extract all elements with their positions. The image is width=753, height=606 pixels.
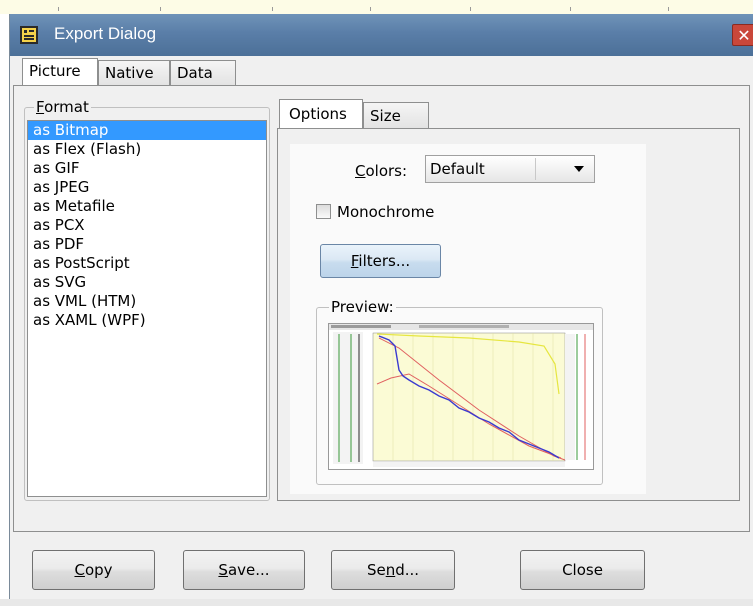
list-item-svg[interactable]: as SVG — [28, 273, 266, 292]
preview-chart-thumbnail — [329, 324, 593, 469]
tick-mark — [668, 7, 669, 11]
list-item-gif[interactable]: as GIF — [28, 159, 266, 178]
list-item-pcx[interactable]: as PCX — [28, 216, 266, 235]
tab-options[interactable]: Options — [279, 99, 363, 129]
close-icon[interactable]: ✕ — [732, 24, 753, 46]
list-item-flex[interactable]: as Flex (Flash) — [28, 140, 266, 159]
tab-label: Options — [289, 105, 347, 123]
chart-app-icon — [20, 26, 38, 44]
background-strip — [0, 0, 753, 14]
tab-label: Picture — [29, 62, 81, 80]
tab-label: Size — [370, 107, 401, 125]
list-item-pdf[interactable]: as PDF — [28, 235, 266, 254]
monochrome-checkbox[interactable] — [316, 204, 331, 219]
monochrome-label[interactable]: Monochrome — [337, 203, 434, 221]
list-item-jpeg[interactable]: as JPEG — [28, 178, 266, 197]
tick-mark — [58, 7, 59, 11]
send-button[interactable]: Send... — [331, 550, 455, 590]
close-button[interactable]: Close — [520, 550, 645, 590]
tab-native[interactable]: Native — [98, 60, 170, 86]
colors-label: Colors: — [355, 162, 408, 180]
list-item-xaml[interactable]: as XAML (WPF) — [28, 311, 266, 330]
list-item-bitmap[interactable]: as Bitmap — [28, 121, 266, 140]
preview-image — [328, 323, 594, 470]
tick-mark — [470, 7, 471, 11]
tab-data[interactable]: Data — [170, 60, 236, 86]
filters-button[interactable]: Filters... — [320, 244, 441, 278]
chevron-down-icon[interactable] — [574, 166, 584, 172]
tab-label: Native — [105, 64, 154, 82]
colors-value: Default — [430, 160, 485, 178]
window-title: Export Dialog — [54, 24, 157, 43]
tab-picture[interactable]: Picture — [22, 58, 98, 86]
format-list[interactable]: as Bitmap as Flex (Flash) as GIF as JPEG… — [27, 120, 267, 497]
tick-mark — [570, 7, 571, 11]
title-bar[interactable]: Export Dialog ✕ — [10, 14, 753, 56]
tick-mark — [272, 7, 273, 11]
preview-label: Preview: — [329, 298, 396, 316]
window-bottom-edge — [0, 599, 753, 606]
colors-select[interactable]: Default — [425, 155, 595, 183]
tab-size[interactable]: Size — [363, 102, 429, 129]
copy-button[interactable]: Copy — [32, 550, 155, 590]
list-item-postscript[interactable]: as PostScript — [28, 254, 266, 273]
format-group-label: Format — [34, 98, 91, 116]
save-button[interactable]: Save... — [183, 550, 305, 590]
combo-divider — [535, 158, 536, 180]
list-item-vml[interactable]: as VML (HTM) — [28, 292, 266, 311]
tab-label: Data — [177, 64, 213, 82]
tick-mark — [370, 7, 371, 11]
list-item-metafile[interactable]: as Metafile — [28, 197, 266, 216]
tick-mark — [160, 7, 161, 11]
